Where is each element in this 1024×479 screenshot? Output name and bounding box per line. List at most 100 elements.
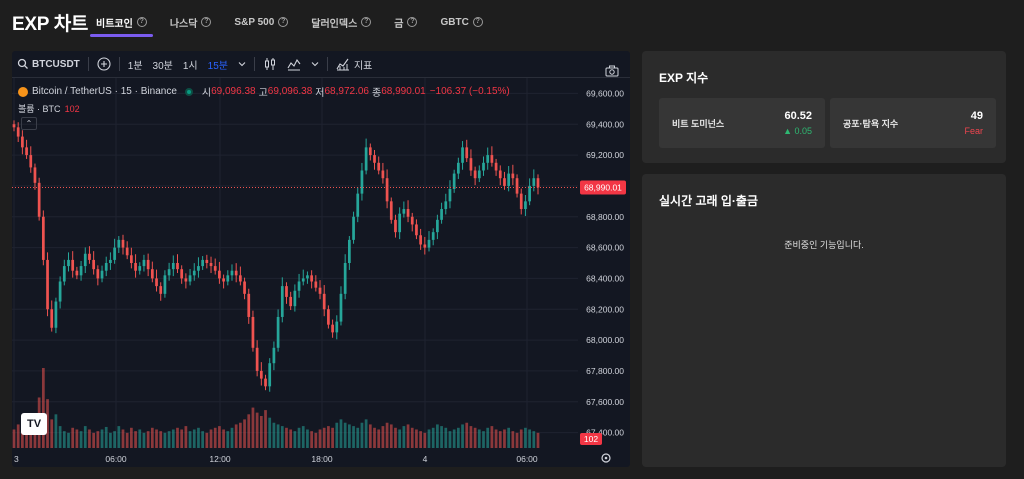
candle-body <box>276 316 280 348</box>
volume-bar <box>83 426 87 448</box>
candle-body <box>436 219 439 233</box>
candle-body <box>33 167 37 183</box>
candle-body <box>410 216 414 225</box>
tab-bitcoin[interactable]: 비트코인 ? <box>90 0 153 44</box>
volume-bar <box>134 431 137 448</box>
candle-body <box>310 275 313 282</box>
candle-body <box>477 170 481 179</box>
candle-body <box>503 178 506 186</box>
chart-type-button[interactable] <box>282 51 306 78</box>
volume-bar <box>473 427 477 448</box>
tab-gold[interactable]: 금 ? <box>388 0 423 44</box>
tab-nasdaq[interactable]: 나스닥 ? <box>164 0 218 44</box>
volume-bar <box>209 429 213 448</box>
interval-1m[interactable]: 1분 <box>123 51 148 78</box>
volume-bar <box>104 426 108 448</box>
volume-bar <box>389 424 393 448</box>
candle-body <box>352 216 355 240</box>
divider <box>326 57 328 71</box>
tab-gbtc[interactable]: GBTC ? <box>434 0 488 44</box>
candle-body <box>381 170 385 179</box>
help-icon[interactable]: ? <box>407 17 418 27</box>
volume-bar <box>222 429 225 448</box>
candle-body <box>356 193 360 217</box>
tab-sp500[interactable]: S&P 500 ? <box>228 0 294 44</box>
volume-bar <box>280 426 284 448</box>
volume-bar <box>431 427 435 448</box>
candle-body <box>163 275 167 294</box>
volume-bar <box>67 432 70 448</box>
interval-15m[interactable]: 15분 <box>203 51 233 78</box>
legend-symbol: Bitcoin / TetherUS · 15 · Binance <box>32 86 177 97</box>
volume-bar <box>218 426 221 448</box>
volume-bar <box>373 427 376 448</box>
volume-bar <box>226 431 230 448</box>
volume-bar <box>176 427 179 448</box>
candle-body <box>197 266 200 271</box>
volume-bar <box>465 422 469 448</box>
help-icon[interactable]: ? <box>472 17 483 27</box>
candle-body <box>16 127 20 137</box>
dominance-label: 비트 도미넌스 <box>672 119 725 129</box>
candle-body <box>343 263 347 294</box>
volume-bar <box>62 431 66 448</box>
candle-body <box>79 266 83 276</box>
exp-index-panel: EXP 지수 비트 도미넌스 60.52 ▲ 0.05 공포·탐욕 지수 49 … <box>642 51 1006 163</box>
candle-body <box>134 263 137 271</box>
candle-body <box>452 173 456 189</box>
divider <box>87 57 89 71</box>
volume-label: 볼륨 · BTC <box>18 104 61 114</box>
page-title: EXP 차트 <box>12 14 89 35</box>
compare-button[interactable] <box>92 51 116 78</box>
candle-body <box>331 324 334 333</box>
bar-style-button[interactable] <box>258 51 282 78</box>
volume-bar <box>503 429 506 448</box>
help-icon[interactable]: ? <box>136 17 147 27</box>
volume-bar <box>247 414 251 448</box>
exp-index-title: EXP 지수 <box>659 71 709 85</box>
symbol-search-button[interactable]: BTCUSDT <box>12 51 85 78</box>
candle-body <box>385 178 389 202</box>
candle-body <box>507 173 511 186</box>
volume-bar <box>184 426 188 448</box>
volume-bar <box>171 429 175 448</box>
y-tick-label: 69,400.00 <box>586 119 624 129</box>
change-value: −106.37 (−0.15%) <box>429 86 510 97</box>
market-status-icon <box>184 87 193 96</box>
volume-bar <box>54 414 58 448</box>
bitcoin-icon <box>18 86 28 97</box>
candle-body <box>360 170 364 194</box>
volume-bar <box>360 422 364 448</box>
chart-type-dropdown[interactable] <box>306 51 324 78</box>
help-icon[interactable]: ? <box>278 17 289 27</box>
candle-body <box>293 290 297 307</box>
volume-bar <box>347 424 351 448</box>
tab-label: S&P 500 <box>234 16 275 28</box>
volume-bar <box>394 427 397 448</box>
interval-dropdown[interactable] <box>233 51 251 78</box>
x-tick-label: 06:00 <box>516 454 538 464</box>
close-value: 68,990.01 <box>381 86 426 97</box>
tradingview-logo[interactable]: TV <box>21 413 47 435</box>
volume-bar <box>507 427 511 448</box>
volume-bar <box>310 431 313 448</box>
fear-greed-label: 공포·탐욕 지수 <box>843 119 899 129</box>
indicators-button[interactable]: 지표 <box>331 51 377 78</box>
tab-dollar-index[interactable]: 달러인덱스 ? <box>305 0 377 44</box>
chart-toolbar: BTCUSDT 1분 30분 1시 15분 지표 <box>12 51 630 78</box>
volume-bar <box>343 422 347 448</box>
help-icon[interactable]: ? <box>201 17 212 27</box>
volume-bar <box>494 429 498 448</box>
collapse-legend-button[interactable]: ⌃ <box>21 117 37 130</box>
interval-1h[interactable]: 1시 <box>178 51 203 78</box>
candle-body <box>201 259 205 267</box>
price-chart[interactable]: 69,600.0069,400.0069,200.0069,000.0068,8… <box>12 78 630 467</box>
candle-body <box>498 170 502 179</box>
interval-30m[interactable]: 30분 <box>148 51 178 78</box>
candle-body <box>125 247 129 256</box>
candle-body <box>285 286 288 297</box>
help-icon[interactable]: ? <box>361 17 372 27</box>
candle-body <box>62 266 66 282</box>
plus-circle-icon <box>97 57 111 71</box>
indicators-icon <box>336 58 349 71</box>
